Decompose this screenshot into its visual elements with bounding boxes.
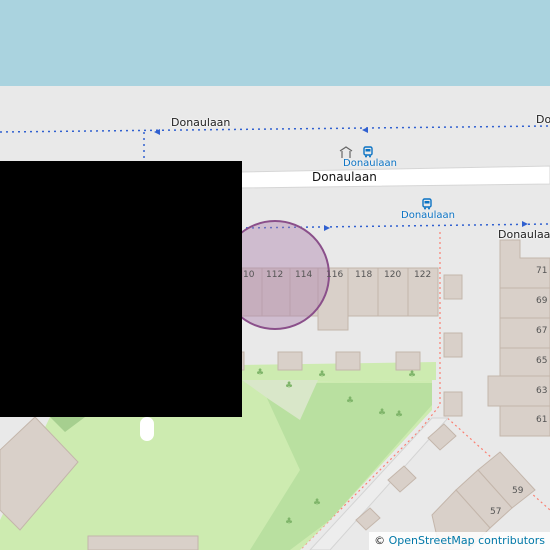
white-marker — [140, 417, 154, 441]
street-label: Do — [536, 113, 550, 126]
house-number: 120 — [384, 270, 402, 280]
house-number: 114 — [295, 270, 313, 280]
osm-attribution-link[interactable]: OpenStreetMap contributors — [389, 534, 545, 547]
street-label-main: Donaulaan — [312, 170, 377, 184]
house-number: 59 — [512, 486, 524, 496]
street-label: Donaulaan — [171, 116, 231, 129]
house-number: 63 — [536, 386, 548, 396]
tree-icon: ♣ — [285, 381, 294, 391]
house-number: 71 — [536, 266, 548, 276]
tree-icon: ♣ — [313, 498, 322, 508]
map-view[interactable]: 10 112 114 116 118 120 122 71 69 67 65 6… — [0, 0, 550, 550]
house-number: 116 — [326, 270, 344, 280]
tree-icon: ♣ — [318, 370, 327, 380]
house-number: 69 — [536, 296, 548, 306]
bus-stop-label[interactable]: Donaulaan — [343, 158, 397, 169]
house-number: 61 — [536, 415, 548, 425]
house-number: 112 — [266, 270, 284, 280]
shelter-icon — [339, 146, 353, 158]
house-number: 122 — [414, 270, 432, 280]
copyright-symbol: © — [374, 534, 386, 547]
tree-icon: ♣ — [408, 370, 417, 380]
tree-icon: ♣ — [378, 408, 387, 418]
house-number: 67 — [536, 326, 548, 336]
bus-stop-icon[interactable] — [363, 146, 373, 158]
tree-icon: ♣ — [285, 517, 294, 527]
tree-icon: ♣ — [256, 368, 265, 378]
bus-stop-label[interactable]: Donaulaan — [401, 210, 455, 221]
house-number: 57 — [490, 507, 502, 517]
map-attribution: © OpenStreetMap contributors — [369, 532, 550, 550]
redaction-overlay — [0, 161, 242, 417]
street-label: Donaulaan — [498, 228, 550, 241]
house-number: 118 — [355, 270, 373, 280]
tree-icon: ♣ — [395, 410, 404, 420]
tree-icon: ♣ — [346, 396, 355, 406]
house-number: 65 — [536, 356, 548, 366]
bus-stop-icon[interactable] — [422, 198, 432, 210]
water-area — [0, 0, 550, 86]
building-bottom — [87, 535, 199, 550]
house-number: 10 — [243, 270, 255, 280]
